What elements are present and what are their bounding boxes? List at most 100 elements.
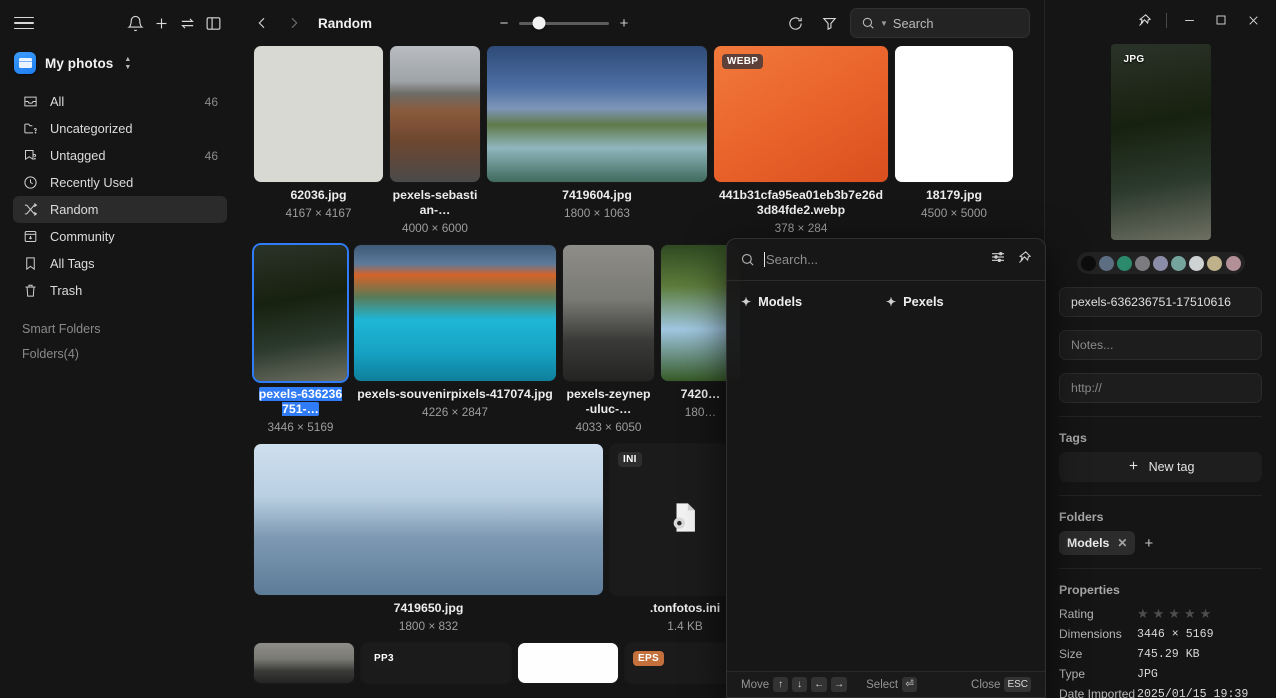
pin-icon[interactable] [1017,250,1032,270]
thumbnail-caption: pexels-636236751-… 3446 × 5169 [254,381,347,434]
thumbnail[interactable] [563,245,654,381]
color-swatch-4[interactable] [1153,255,1168,271]
pin-icon[interactable] [1129,6,1159,34]
sidebar-item-all-tags[interactable]: All Tags [13,250,227,277]
search-input[interactable]: ▼ Search [850,8,1030,38]
grid-item[interactable]: pexels-sebastian-… 4000 × 6000 [390,46,480,235]
download-box-icon [22,228,39,245]
bookmark-icon [22,255,39,272]
grid-item-selected[interactable]: pexels-636236751-… 3446 × 5169 [254,245,347,434]
zoom-out-button[interactable]: − [498,15,510,32]
chevron-updown-icon[interactable]: ▲ ▼ [124,56,131,71]
color-swatch-5[interactable] [1171,255,1187,271]
folder-chip[interactable]: Models ✕ [1059,531,1136,555]
minimize-icon[interactable] [1174,6,1204,34]
color-swatch-1[interactable] [1098,255,1114,271]
color-swatch-6[interactable] [1189,255,1205,271]
grid-item[interactable]: 18179.jpg 4500 × 5000 [895,46,1013,220]
new-tag-button[interactable]: New tag [1059,452,1262,482]
color-swatch-8[interactable] [1225,255,1241,271]
thumbnail-caption: 7419650.jpg 1800 × 832 [254,595,603,633]
preview-image[interactable]: JPG [1110,44,1211,240]
add-folder-icon[interactable]: + [1144,536,1153,551]
grid-item[interactable] [254,643,354,683]
star-icon[interactable]: ★ [1153,606,1165,622]
plus-icon[interactable] [148,10,174,36]
folder-chip-label: Models [1067,536,1110,550]
popup-search-input[interactable]: Search... [764,252,981,267]
sidebar-item-all[interactable]: All 46 [13,88,227,115]
sidebar-item-random[interactable]: Random [13,196,227,223]
thumbnail[interactable]: WEBP [714,46,888,182]
library-selector[interactable]: My photos ▲ ▼ [0,46,240,84]
thumbnail[interactable] [254,245,347,381]
color-swatch-0[interactable] [1080,255,1096,271]
maximize-icon[interactable] [1206,6,1236,34]
thumbnail[interactable] [518,643,618,683]
thumbnail[interactable] [895,46,1013,182]
star-icon[interactable]: ★ [1200,606,1212,622]
grid-item[interactable]: pexels-zeynep-uluc-… 4033 × 6050 [563,245,654,434]
sidebar-section-smart-folders[interactable]: Smart Folders [0,304,240,336]
file-name: pexels-sebastian-… [392,188,478,217]
preview-container: JPG [1059,44,1262,240]
menu-icon[interactable] [14,13,34,33]
star-icon[interactable]: ★ [1168,606,1180,622]
grid-item[interactable] [518,643,618,683]
thumbnail[interactable] [254,643,354,683]
sidebar-item-community[interactable]: Community [13,223,227,250]
sliders-icon[interactable] [990,249,1006,270]
refresh-icon[interactable] [782,10,808,36]
zoom-slider-thumb[interactable] [532,16,546,30]
thumbnail-caption: pexels-zeynep-uluc-… 4033 × 6050 [563,381,654,434]
color-palette[interactable] [1076,252,1245,274]
transfer-icon[interactable] [174,10,200,36]
rating-stars[interactable]: ★ ★ ★ ★ ★ [1137,606,1211,622]
zoom-in-button[interactable]: + [618,15,630,32]
panel-toggle-icon[interactable] [200,10,226,36]
url-field[interactable]: http:// [1059,373,1262,403]
grid-item[interactable]: PP3 [361,643,511,683]
grid-item[interactable]: 7419604.jpg 1800 × 1063 [487,46,707,220]
back-button[interactable] [248,9,276,37]
search-popup[interactable]: Search... ✦ Models ✦ Pexels Move ↑ ↓ ← →… [726,238,1046,698]
grid-item[interactable]: 62036.jpg 4167 × 4167 [254,46,383,220]
bell-icon[interactable] [122,10,148,36]
close-icon[interactable] [1238,6,1268,34]
zoom-slider[interactable] [519,16,609,30]
file-name-selected-text: pexels-636236751-… [258,387,343,416]
grid-item[interactable]: WEBP 441b31cfa95ea01eb3b7e26d3d84fde2.we… [714,46,888,235]
breadcrumb: Random [318,15,372,31]
popup-chip-models[interactable]: ✦ Models [741,294,886,309]
thumbnail[interactable] [354,245,556,381]
star-icon[interactable]: ★ [1184,606,1196,622]
color-swatch-7[interactable] [1207,255,1223,271]
thumbnail[interactable] [254,444,603,595]
preview-format-badge: JPG [1123,54,1145,65]
filter-icon[interactable] [816,10,842,36]
sidebar-item-uncategorized[interactable]: Uncategorized [13,115,227,142]
thumbnail[interactable]: PP3 [361,643,511,683]
sidebar-item-recently-used[interactable]: Recently Used [13,169,227,196]
star-icon[interactable]: ★ [1137,606,1149,622]
thumbnail[interactable] [390,46,480,182]
thumbnail[interactable] [254,46,383,182]
popup-chip-pexels[interactable]: ✦ Pexels [886,294,1031,309]
thumbnail[interactable] [487,46,707,182]
forward-button[interactable] [280,9,308,37]
file-name-editing[interactable]: pexels-636236751-… [256,387,345,417]
sidebar-item-untagged[interactable]: Untagged 46 [13,142,227,169]
close-icon[interactable]: ✕ [1117,536,1127,550]
sidebar-item-trash[interactable]: Trash [13,277,227,304]
grid-item[interactable]: 7419650.jpg 1800 × 832 [254,444,603,633]
chevron-down-icon[interactable]: ▼ [880,19,888,28]
window-controls [1129,0,1268,40]
color-swatch-3[interactable] [1134,255,1150,271]
notes-field[interactable]: Notes... [1059,330,1262,360]
filename-field[interactable]: pexels-636236751-17510616 [1059,287,1262,317]
color-swatch-2[interactable] [1116,255,1132,271]
sidebar-section-folders[interactable]: Folders(4) [0,336,240,361]
sidebar-item-count: 46 [204,94,218,109]
thumbnail-caption: 7419604.jpg 1800 × 1063 [487,182,707,220]
grid-item[interactable]: pexels-souvenirpixels-417074.jpg 4226 × … [354,245,556,419]
